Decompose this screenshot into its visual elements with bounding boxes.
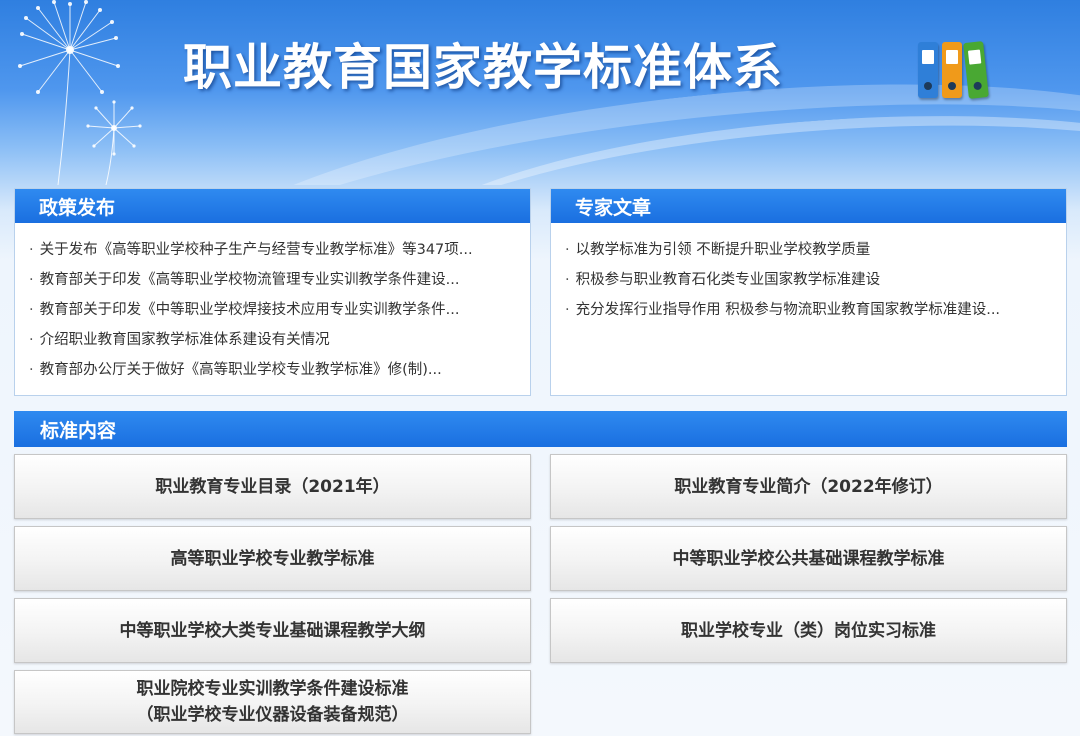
binder-blue <box>918 42 938 98</box>
policy-link[interactable]: 教育部关于印发《中等职业学校焊接技术应用专业实训教学条件... <box>40 302 460 318</box>
policy-panel-header: 政策发布 <box>15 189 530 223</box>
button-label: 职业教育专业简介（2022年修订） <box>674 476 943 497</box>
catalog-2021-button[interactable]: 职业教育专业目录（2021年） <box>14 454 531 519</box>
expert-link[interactable]: 充分发挥行业指导作用 积极参与物流职业教育国家教学标准建设... <box>576 302 1000 318</box>
profile-2022-button[interactable]: 职业教育专业简介（2022年修订） <box>550 454 1067 519</box>
page-title: 职业教育国家教学标准体系 <box>183 39 784 96</box>
button-label: 职业学校专业（类）岗位实习标准 <box>681 620 936 641</box>
list-item[interactable]: · 以教学标准为引领 不断提升职业学校教学质量 <box>565 237 1050 267</box>
expert-panel: 专家文章 · 以教学标准为引领 不断提升职业学校教学质量 · 积极参与职业教育石化类… <box>550 188 1067 396</box>
standards-header: 标准内容 <box>14 411 1067 447</box>
policy-panel: 政策发布 · 关于发布《高等职业学校种子生产与经营专业教学标准》等347项... … <box>14 188 531 396</box>
dandelion-icon <box>18 0 142 185</box>
policy-link[interactable]: 关于发布《高等职业学校种子生产与经营专业教学标准》等347项... <box>40 242 473 258</box>
expert-list: · 以教学标准为引领 不断提升职业学校教学质量 · 积极参与职业教育石化类专业国家教… <box>565 237 1050 327</box>
policy-link[interactable]: 教育部办公厅关于做好《高等职业学校专业教学标准》修(制)... <box>40 362 442 378</box>
list-item[interactable]: · 教育部关于印发《高等职业学校物流管理专业实训教学条件建设... <box>29 267 514 297</box>
internship-standard-button[interactable]: 职业学校专业（类）岗位实习标准 <box>550 598 1067 663</box>
expert-link[interactable]: 以教学标准为引领 不断提升职业学校教学质量 <box>576 242 871 258</box>
list-item[interactable]: · 教育部办公厅关于做好《高等职业学校专业教学标准》修(制)... <box>29 357 514 387</box>
header-banner: 职业教育国家教学标准体系 <box>0 0 1080 185</box>
secondary-public-course-button[interactable]: 中等职业学校公共基础课程教学标准 <box>550 526 1067 591</box>
button-label-line1: 职业院校专业实训教学条件建设标准 <box>136 679 409 699</box>
expert-panel-title: 专家文章 <box>575 197 652 219</box>
policy-list: · 关于发布《高等职业学校种子生产与经营专业教学标准》等347项... · 教育部关… <box>29 237 514 387</box>
expert-link[interactable]: 积极参与职业教育石化类专业国家教学标准建设 <box>576 272 881 288</box>
button-label: 中等职业学校公共基础课程教学标准 <box>672 548 945 569</box>
policy-link[interactable]: 教育部关于印发《高等职业学校物流管理专业实训教学条件建设... <box>40 272 460 288</box>
button-label: 职业教育专业目录（2021年） <box>155 476 390 497</box>
policy-link[interactable]: 介绍职业教育国家教学标准体系建设有关情况 <box>40 332 330 348</box>
secondary-category-outline-button[interactable]: 中等职业学校大类专业基础课程教学大纲 <box>14 598 531 663</box>
button-label-line2: （职业学校专业仪器设备装备规范） <box>136 705 409 725</box>
expert-panel-header: 专家文章 <box>551 189 1066 223</box>
higher-vocational-standard-button[interactable]: 高等职业学校专业教学标准 <box>14 526 531 591</box>
list-item[interactable]: · 充分发挥行业指导作用 积极参与物流职业教育国家教学标准建设... <box>565 297 1050 327</box>
standards-title: 标准内容 <box>40 420 117 442</box>
list-item[interactable]: · 介绍职业教育国家教学标准体系建设有关情况 <box>29 327 514 357</box>
binder-orange <box>942 42 962 98</box>
list-item[interactable]: · 积极参与职业教育石化类专业国家教学标准建设 <box>565 267 1050 297</box>
policy-panel-title: 政策发布 <box>39 197 116 219</box>
button-label: 高等职业学校专业教学标准 <box>170 548 375 569</box>
binders-icon <box>916 36 992 99</box>
binder-green <box>963 41 989 99</box>
list-item[interactable]: · 关于发布《高等职业学校种子生产与经营专业教学标准》等347项... <box>29 237 514 267</box>
button-label: 中等职业学校大类专业基础课程教学大纲 <box>119 620 426 641</box>
training-conditions-button[interactable]: 职业院校专业实训教学条件建设标准 （职业学校专业仪器设备装备规范） <box>14 670 531 734</box>
list-item[interactable]: · 教育部关于印发《中等职业学校焊接技术应用专业实训教学条件... <box>29 297 514 327</box>
